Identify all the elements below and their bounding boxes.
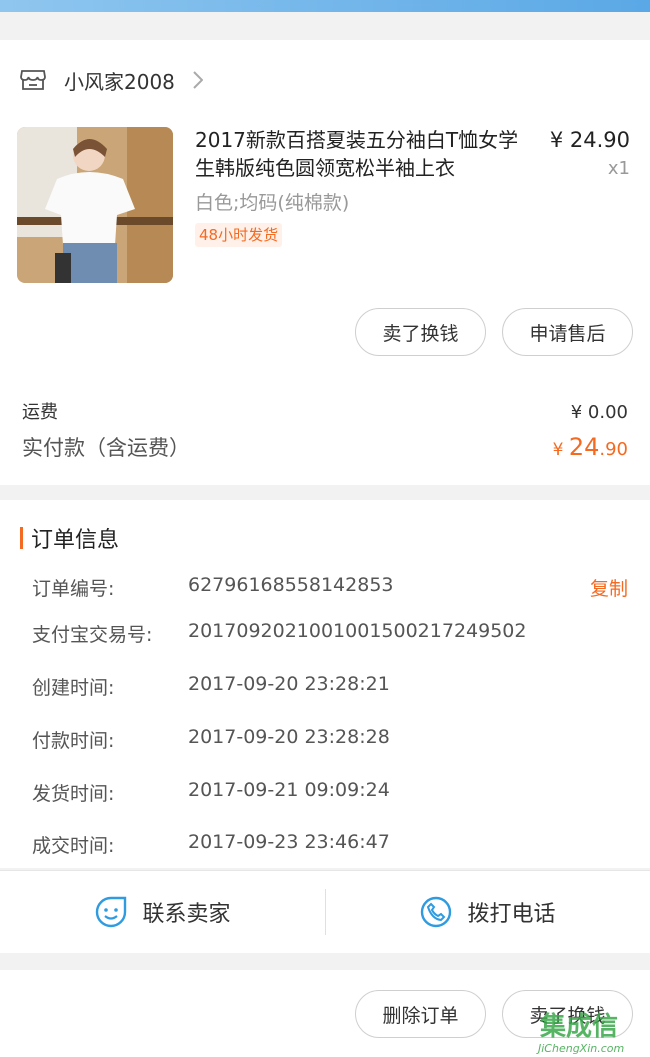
top-status-strip	[0, 0, 650, 12]
paid-time-value: 2017-09-20 23:28:28	[188, 726, 390, 748]
order-info-header: 订单信息	[20, 522, 119, 554]
sell-button[interactable]: 卖了换钱	[355, 308, 486, 356]
contact-seller-button[interactable]: 联系卖家	[0, 871, 325, 953]
shipping-fee-value: ¥ 0.00	[570, 402, 628, 423]
created-time-value: 2017-09-20 23:28:21	[188, 673, 390, 695]
completed-time-label: 成交时间:	[32, 835, 115, 857]
order-number-value: 62796168558142853	[188, 574, 394, 596]
watermark-logo: 集成信	[540, 1012, 619, 1042]
after-sale-button[interactable]: 申请售后	[502, 308, 633, 356]
order-number-row: 订单编号: 62796168558142853	[32, 574, 394, 601]
shipped-time-row: 发货时间: 2017-09-21 09:09:24	[32, 779, 390, 806]
order-info-card: 订单信息 复制 订单编号: 62796168558142853 支付宝交易号: …	[0, 500, 650, 868]
chat-face-icon	[96, 896, 127, 928]
shipping-tag: 48小时发货	[195, 223, 283, 247]
call-label: 拨打电话	[467, 902, 556, 927]
alipay-trade-value: 2017092021001001500217249502	[188, 620, 527, 642]
paid-amount-value: ¥ 24.90	[553, 433, 628, 461]
order-number-label: 订单编号:	[32, 578, 115, 600]
shipping-fee-label: 运费	[22, 402, 58, 423]
product-quantity: x1	[607, 158, 630, 179]
paid-time-label: 付款时间:	[32, 730, 115, 752]
chevron-right-icon	[193, 71, 203, 89]
paid-amount-label: 实付款（含运费）	[22, 436, 190, 460]
paid-time-row: 付款时间: 2017-09-20 23:28:28	[32, 726, 390, 753]
watermark-url: JiChengXin.com	[538, 1042, 625, 1055]
created-time-label: 创建时间:	[32, 677, 115, 699]
product-sku: 白色;均码(纯棉款)	[195, 192, 350, 214]
paid-integer: 24	[568, 433, 600, 461]
contact-seller-label: 联系卖家	[142, 902, 231, 927]
product-thumbnail[interactable]	[17, 127, 173, 283]
shipping-fee-row: 运费 ¥ 0.00	[22, 398, 628, 424]
store-icon	[20, 70, 46, 90]
product-title[interactable]: 2017新款百搭夏装五分袖白T恤女学生韩版纯色圆领宽松半袖上衣	[195, 126, 537, 182]
call-button[interactable]: 拨打电话	[325, 871, 650, 953]
paid-decimal: .90	[599, 439, 628, 460]
alipay-trade-row: 支付宝交易号: 2017092021001001500217249502	[32, 620, 526, 647]
shop-name[interactable]: 小风家2008	[64, 66, 175, 95]
order-info-title: 订单信息	[31, 528, 120, 553]
created-time-row: 创建时间: 2017-09-20 23:28:21	[32, 673, 390, 700]
watermark: 集成信 JiChengXin.com	[528, 1006, 646, 1056]
section-accent-bar	[20, 527, 23, 549]
product-price: ¥ 24.90	[549, 128, 630, 152]
delete-order-button[interactable]: 删除订单	[355, 990, 486, 1038]
shipped-time-value: 2017-09-21 09:09:24	[188, 779, 390, 801]
shop-header[interactable]: 小风家2008	[20, 66, 203, 94]
completed-time-value: 2017-09-23 23:46:47	[188, 831, 390, 853]
paid-amount-row: 实付款（含运费） ¥ 24.90	[22, 432, 628, 462]
contact-bar: 联系卖家 拨打电话	[0, 870, 650, 953]
order-item-card: 小风家2008 2017新款百搭夏装五分袖白T恤女学生韩版纯色圆领宽松半袖上衣 …	[0, 40, 650, 485]
phone-icon	[421, 896, 452, 928]
alipay-trade-label: 支付宝交易号:	[32, 624, 153, 646]
copy-button[interactable]: 复制	[590, 574, 628, 601]
shipped-time-label: 发货时间:	[32, 783, 115, 805]
completed-time-row: 成交时间: 2017-09-23 23:46:47	[32, 831, 390, 858]
paid-currency: ¥	[552, 440, 569, 460]
